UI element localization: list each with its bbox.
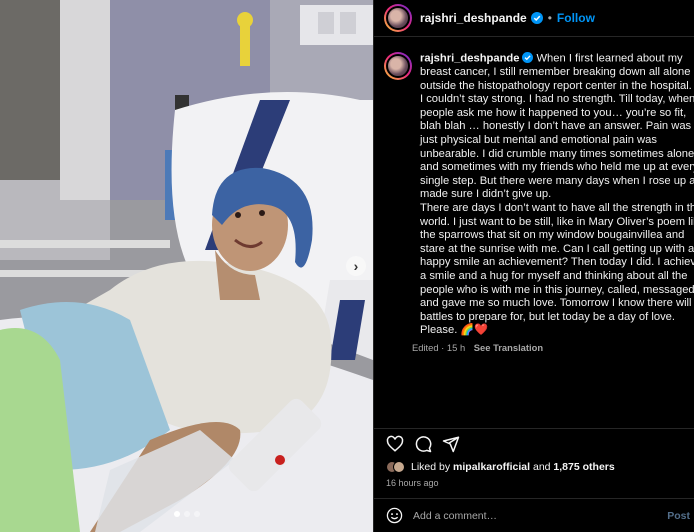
carousel-dot bbox=[183, 511, 190, 517]
post-side-panel: rajshri_deshpande • Follow rajshri_deshp… bbox=[373, 0, 694, 532]
heart-icon[interactable] bbox=[386, 435, 404, 453]
caption-author-avatar[interactable] bbox=[384, 52, 412, 80]
likes-summary: Liked by mipalkarofficial and 1,875 othe… bbox=[386, 461, 615, 473]
post-header: rajshri_deshpande • Follow bbox=[374, 0, 694, 37]
likes-count[interactable]: 1,875 others bbox=[553, 461, 614, 473]
caption-author-username[interactable]: rajshri_deshpande bbox=[420, 52, 519, 64]
hospital-photo-illustration bbox=[0, 0, 373, 532]
caption-section: rajshri_deshpande When I first learned ab… bbox=[374, 38, 694, 422]
verified-badge-icon bbox=[530, 12, 543, 24]
comment-bar: Post bbox=[374, 498, 694, 532]
author-username[interactable]: rajshri_deshpande bbox=[420, 11, 527, 25]
emoji-icon[interactable] bbox=[386, 507, 403, 524]
carousel-dot-active bbox=[173, 511, 180, 517]
carousel-next-button[interactable]: › bbox=[346, 256, 366, 276]
separator-dot: • bbox=[547, 11, 552, 25]
post-comment-button[interactable]: Post bbox=[667, 510, 690, 522]
caption-text: When I first learned about my breast can… bbox=[420, 52, 694, 337]
instagram-post: › rajshri_deshpande • Follow rajshri_des… bbox=[0, 0, 694, 532]
see-translation-link[interactable]: See Translation bbox=[474, 342, 543, 353]
action-bar bbox=[374, 428, 694, 458]
follow-button[interactable]: Follow bbox=[557, 11, 595, 25]
comment-icon[interactable] bbox=[414, 435, 432, 453]
likes-text: Liked by mipalkarofficial and 1,875 othe… bbox=[411, 461, 615, 473]
liker-username[interactable]: mipalkarofficial bbox=[453, 461, 530, 473]
caption-meta: Edited · 15 h See Translation bbox=[412, 342, 694, 353]
caption-text-block: rajshri_deshpande When I first learned ab… bbox=[420, 52, 694, 338]
liker-avatar bbox=[393, 461, 405, 473]
author-avatar[interactable] bbox=[384, 4, 412, 32]
share-icon[interactable] bbox=[442, 435, 460, 453]
post-photo[interactable]: › bbox=[0, 0, 373, 532]
carousel-indicator bbox=[0, 504, 373, 522]
edited-timestamp: Edited · 15 h bbox=[412, 341, 466, 353]
carousel-dot bbox=[193, 511, 200, 517]
post-time-ago: 16 hours ago bbox=[386, 478, 439, 488]
verified-badge-icon bbox=[522, 52, 534, 63]
comment-input[interactable] bbox=[413, 509, 683, 522]
